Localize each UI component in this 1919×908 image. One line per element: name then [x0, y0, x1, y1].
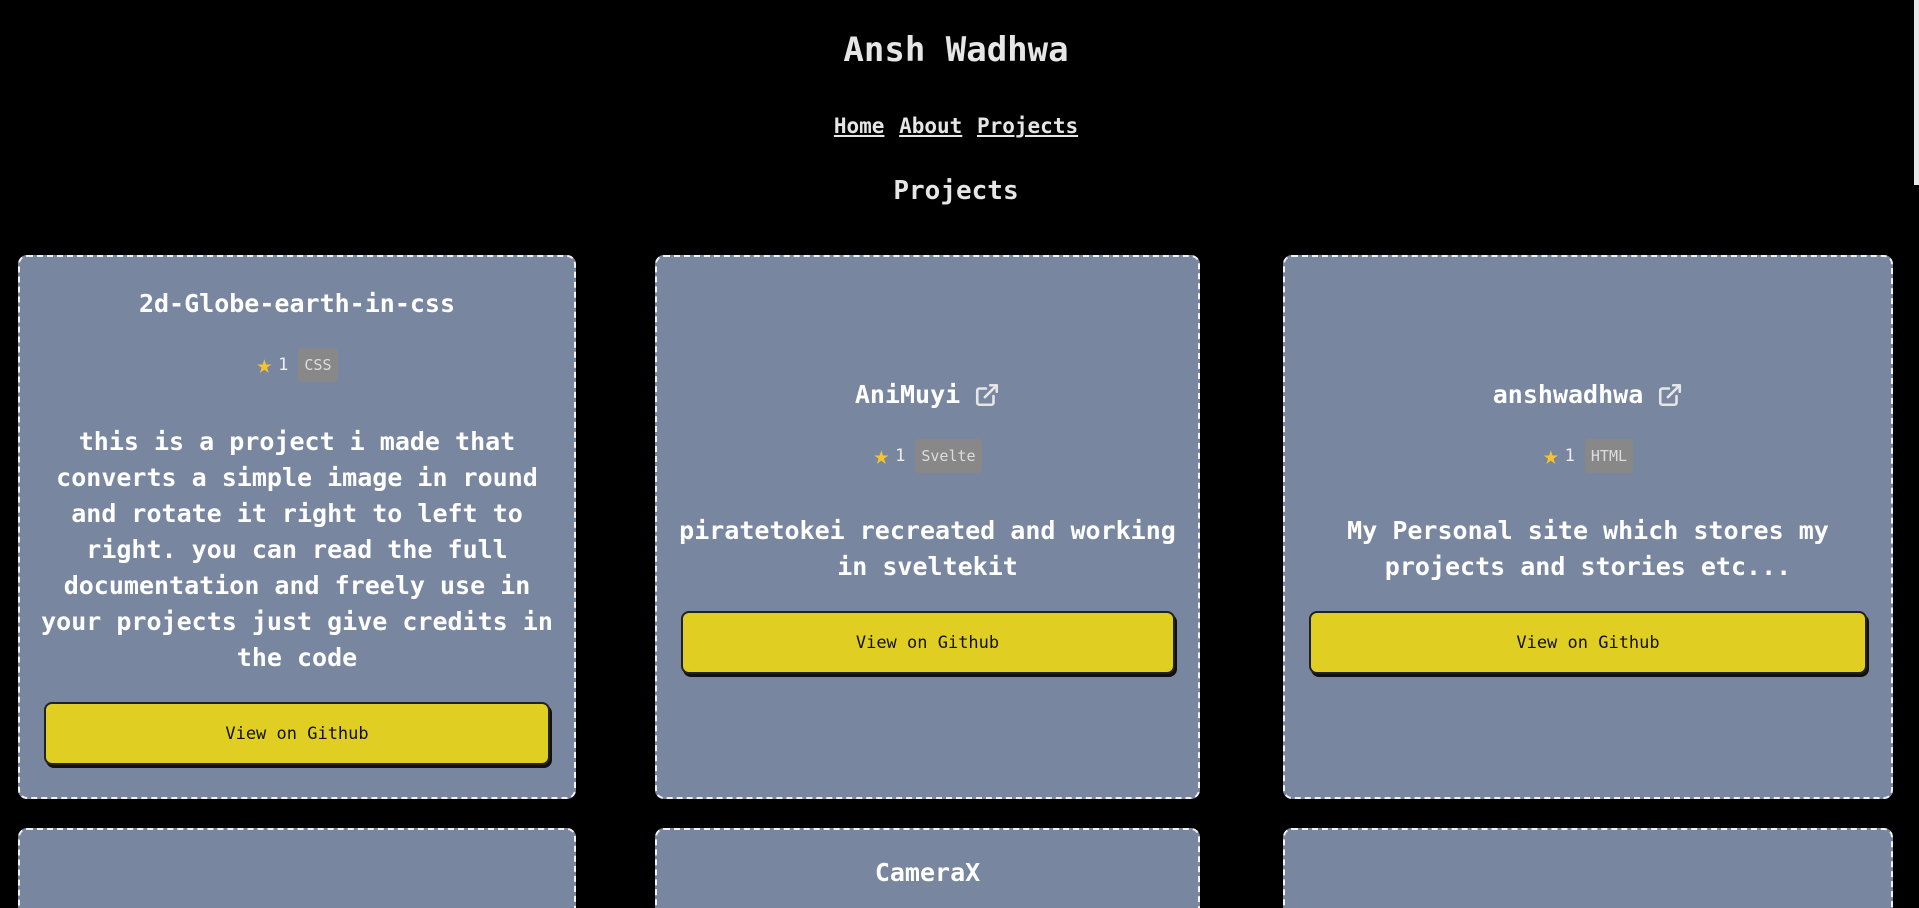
project-meta: ★ 1 CSS	[257, 348, 338, 382]
project-card: 2d-Globe-earth-in-css ★ 1 CSS this is a …	[18, 255, 576, 799]
project-name: AniMuyi	[854, 380, 961, 409]
nav-link-projects[interactable]: Projects	[977, 114, 1078, 138]
star-icon: ★	[1542, 441, 1559, 471]
project-card-partial	[18, 828, 576, 908]
star-count: 1	[895, 446, 906, 466]
project-card: anshwadhwa ★ 1 HTML My Personal site whi…	[1283, 255, 1893, 799]
star-icon: ★	[873, 441, 890, 471]
project-meta: ★ 1 Svelte	[873, 439, 982, 473]
site-title: Ansh Wadhwa	[843, 30, 1069, 70]
language-badge: CSS	[298, 348, 338, 382]
project-meta: ★ 1 HTML	[1542, 439, 1634, 473]
project-description: piratetokei recreated and working in sve…	[679, 516, 1176, 581]
project-description: My Personal site which stores my project…	[1347, 516, 1829, 581]
view-on-github-button[interactable]: View on Github	[1309, 611, 1867, 674]
project-description: this is a project i made that converts a…	[41, 427, 553, 672]
external-link-icon[interactable]	[974, 382, 1000, 408]
project-name: anshwadhwa	[1492, 380, 1644, 409]
project-name: 2d-Globe-earth-in-css	[138, 289, 456, 318]
project-title: AniMuyi	[855, 380, 1000, 409]
page: Ansh Wadhwa Home About Projects Projects…	[0, 0, 1919, 908]
view-on-github-button[interactable]: View on Github	[680, 611, 1175, 674]
project-name: CameraX	[874, 858, 981, 887]
star-icon: ★	[256, 350, 273, 380]
main-nav: Home About Projects	[0, 114, 1912, 138]
section-title: Projects	[893, 176, 1019, 206]
external-link-icon[interactable]	[1657, 382, 1683, 408]
star-count: 1	[1564, 446, 1575, 466]
language-badge: HTML	[1584, 439, 1634, 473]
project-title: anshwadhwa	[1493, 380, 1684, 409]
project-card-partial: CameraX	[655, 828, 1200, 908]
nav-link-home[interactable]: Home	[834, 114, 885, 138]
scrollbar[interactable]	[1914, 0, 1919, 185]
project-card: AniMuyi ★ 1 Svelte piratetokei recreated…	[655, 255, 1200, 799]
star-count: 1	[278, 355, 289, 375]
project-title: 2d-Globe-earth-in-css	[139, 289, 455, 318]
language-badge: Svelte	[915, 439, 982, 473]
project-title: CameraX	[875, 858, 980, 887]
project-card-partial	[1283, 828, 1893, 908]
view-on-github-button[interactable]: View on Github	[44, 702, 550, 765]
nav-link-about[interactable]: About	[899, 114, 962, 138]
